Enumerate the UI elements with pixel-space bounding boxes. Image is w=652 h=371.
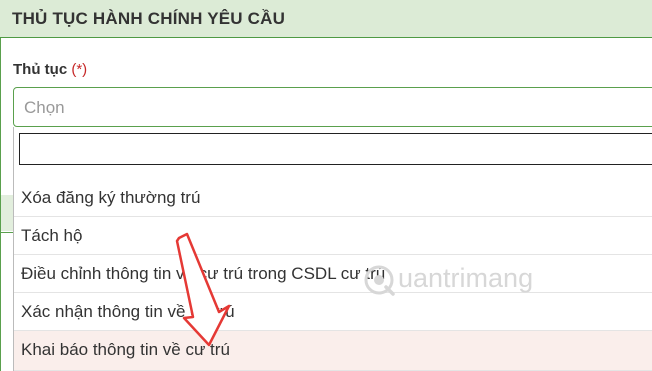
option-dieu-chinh[interactable]: Điều chỉnh thông tin về cư trú trong CSD… [14, 255, 652, 293]
option-label: Điều chỉnh thông tin về cư trú trong CSD… [21, 264, 386, 283]
procedure-label: Thủ tục (*) [13, 61, 87, 78]
option-xoa-dang-ky[interactable]: Xóa đăng ký thường trú [14, 179, 652, 217]
section-title: THỦ TỤC HÀNH CHÍNH YÊU CẦU [12, 9, 286, 28]
required-mark: (*) [71, 61, 88, 78]
select-placeholder: Chọn [24, 98, 65, 117]
procedure-dropdown: Xóa đăng ký thường trú Tách hộ Điều chỉn… [13, 127, 652, 371]
option-tach-ho[interactable]: Tách hộ [14, 217, 652, 255]
option-label: Xóa đăng ký thường trú [21, 188, 201, 207]
dropdown-search-input[interactable] [19, 133, 652, 165]
option-label: Tách hộ [21, 226, 83, 245]
background-section-line [1, 232, 13, 233]
option-label: Khai báo thông tin về cư trú [21, 340, 230, 359]
option-khai-bao[interactable]: Khai báo thông tin về cư trú [14, 331, 652, 371]
background-section-bar [1, 195, 13, 231]
procedure-label-text: Thủ tục [13, 61, 68, 78]
option-label: Xác nhận thông tin về cư trú [21, 302, 235, 321]
procedure-select[interactable]: Chọn [13, 87, 652, 127]
section-header: THỦ TỤC HÀNH CHÍNH YÊU CẦU [0, 0, 652, 38]
option-xac-nhan[interactable]: Xác nhận thông tin về cư trú [14, 293, 652, 331]
